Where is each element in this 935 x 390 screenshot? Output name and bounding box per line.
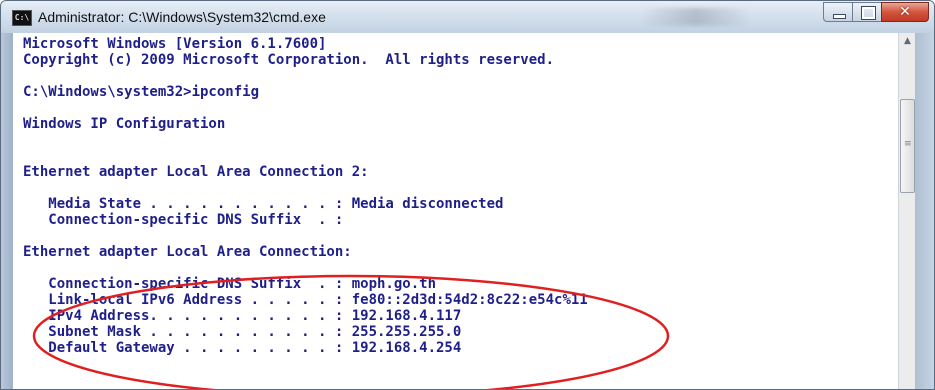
minimize-icon — [833, 14, 846, 19]
scroll-up-icon[interactable]: ▲ — [899, 33, 916, 50]
console-line: Copyright (c) 2009 Microsoft Corporation… — [23, 52, 555, 68]
console-line: IPv4 Address. . . . . . . . . . . : 192.… — [23, 308, 462, 324]
window-right-border — [915, 33, 934, 389]
scrollbar-thumb[interactable]: ≡ — [900, 99, 915, 193]
title-bar[interactable]: C:\ Administrator: C:\Windows\System32\c… — [1, 1, 934, 33]
minimize-button[interactable] — [823, 2, 853, 22]
cmd-icon[interactable]: C:\ — [12, 10, 32, 26]
console-line: Microsoft Windows [Version 6.1.7600] — [23, 36, 327, 52]
console-output[interactable]: Microsoft Windows [Version 6.1.7600] Cop… — [13, 33, 898, 389]
console-line: Windows IP Configuration — [23, 116, 226, 132]
console-line: Link-local IPv6 Address . . . . . : fe80… — [23, 292, 588, 308]
window-title: Administrator: C:\Windows\System32\cmd.e… — [38, 9, 326, 25]
console-line: Connection-specific DNS Suffix . : — [23, 212, 344, 228]
console-line: Ethernet adapter Local Area Connection 2… — [23, 164, 369, 180]
close-icon: ✕ — [899, 4, 911, 20]
cmd-window: C:\ Administrator: C:\Windows\System32\c… — [0, 0, 935, 390]
vertical-scrollbar[interactable]: ▲ ≡ — [898, 33, 916, 389]
console-line: Ethernet adapter Local Area Connection: — [23, 244, 352, 260]
console-line: C:\Windows\system32>ipconfig — [23, 84, 260, 100]
window-left-border — [1, 33, 13, 389]
console-line: Connection-specific DNS Suffix . : moph.… — [23, 276, 437, 292]
maximize-icon — [861, 6, 876, 20]
grip-icon: ≡ — [904, 139, 912, 149]
console-line: Media State . . . . . . . . . . . : Medi… — [23, 196, 504, 212]
maximize-button[interactable] — [852, 2, 882, 22]
close-button[interactable]: ✕ — [881, 2, 929, 22]
blurred-title-overlay — [641, 8, 751, 26]
console-line: Subnet Mask . . . . . . . . . . . : 255.… — [23, 324, 462, 340]
console-line: Default Gateway . . . . . . . . . : 192.… — [23, 340, 462, 356]
